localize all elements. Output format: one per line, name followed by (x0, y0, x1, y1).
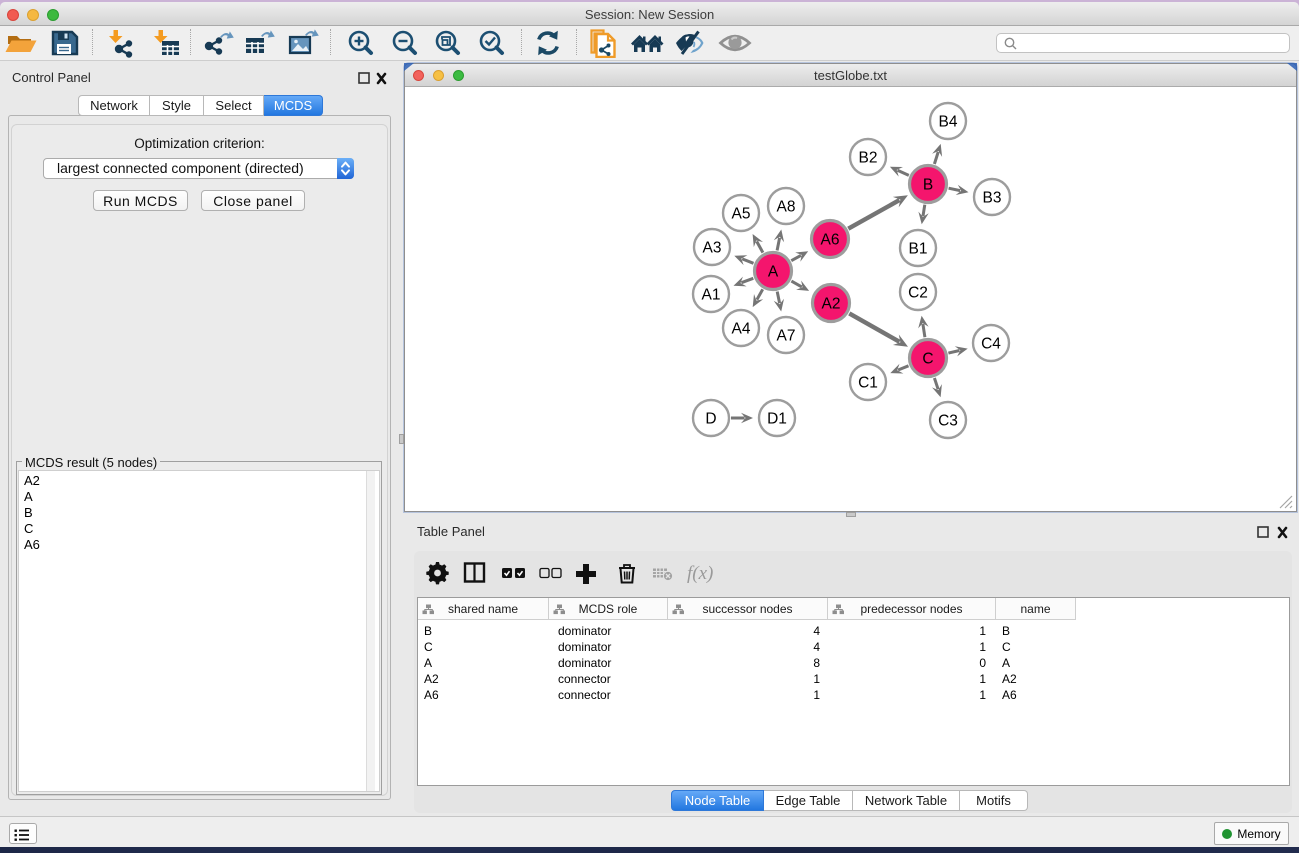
svg-text:D1: D1 (767, 411, 787, 428)
svg-text:A: A (768, 264, 779, 281)
svg-text:B3: B3 (983, 190, 1002, 207)
svg-text:B1: B1 (909, 241, 928, 258)
svg-text:f(x): f(x) (687, 563, 713, 584)
svg-text:A7: A7 (777, 328, 796, 345)
svg-text:B4: B4 (939, 114, 958, 131)
svg-text:A4: A4 (732, 321, 751, 338)
svg-text:C3: C3 (938, 413, 958, 430)
svg-text:C: C (922, 351, 933, 368)
svg-text:A2: A2 (822, 296, 841, 313)
svg-text:A6: A6 (821, 232, 840, 249)
svg-text:C2: C2 (908, 285, 928, 302)
svg-text:C4: C4 (981, 336, 1001, 353)
svg-text:A3: A3 (703, 240, 722, 257)
svg-text:A1: A1 (702, 287, 721, 304)
svg-text:A8: A8 (777, 199, 796, 216)
svg-text:C1: C1 (858, 375, 878, 392)
svg-text:B: B (923, 177, 933, 194)
svg-text:D: D (705, 411, 716, 428)
svg-text:B2: B2 (859, 150, 878, 167)
svg-text:A5: A5 (732, 206, 751, 223)
